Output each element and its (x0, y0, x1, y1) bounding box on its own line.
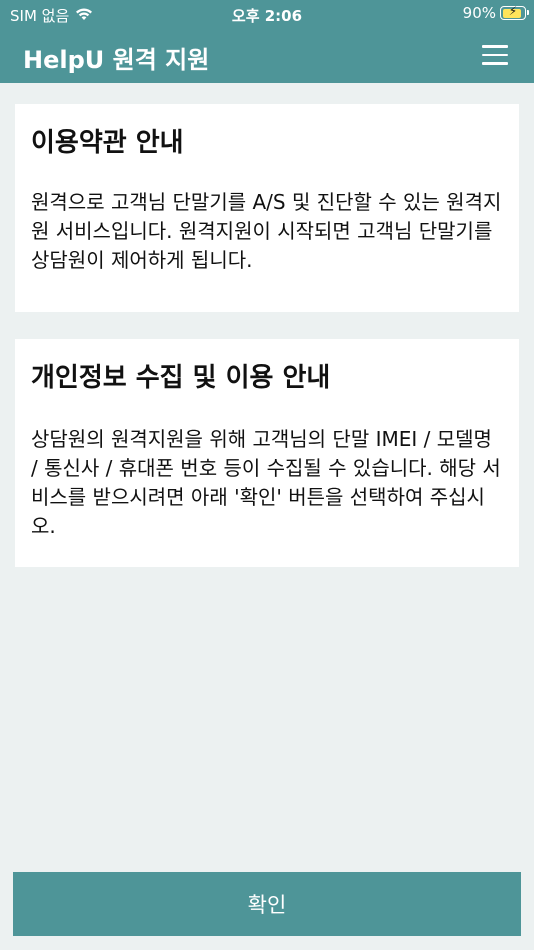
status-time: 오후 2:06 (231, 7, 303, 25)
terms-title: 이용약관 안내 (31, 128, 184, 158)
battery-group: 90% ⚡ (462, 4, 529, 22)
app-bar: HelpU 원격 지원 (0, 28, 534, 83)
confirm-button[interactable]: 확인 (13, 872, 521, 936)
privacy-title: 개인정보 수집 및 이용 안내 (31, 363, 331, 393)
privacy-card: 개인정보 수집 및 이용 안내 상담원의 원격지원을 위해 고객님의 단말 IM… (15, 339, 519, 567)
hamburger-menu-icon[interactable] (482, 45, 508, 65)
battery-percent: 90% (462, 4, 496, 22)
privacy-body: 상담원의 원격지원을 위해 고객님의 단말 IMEI / 모델명 / 통신사 /… (31, 427, 501, 538)
app-title: HelpU 원격 지원 (23, 46, 210, 74)
menu-line (482, 45, 508, 48)
status-bar: SIM 없음 오후 2:06 90% ⚡ (0, 0, 534, 28)
charging-bolt-icon: ⚡ (508, 4, 518, 18)
terms-body: 원격으로 고객님 단말기를 A/S 및 진단할 수 있는 원격지원 서비스입니다… (31, 190, 502, 272)
battery-icon: ⚡ (500, 4, 529, 20)
menu-line (482, 62, 508, 65)
terms-card: 이용약관 안내 원격으로 고객님 단말기를 A/S 및 진단할 수 있는 원격지… (15, 104, 519, 312)
menu-line (482, 53, 508, 56)
